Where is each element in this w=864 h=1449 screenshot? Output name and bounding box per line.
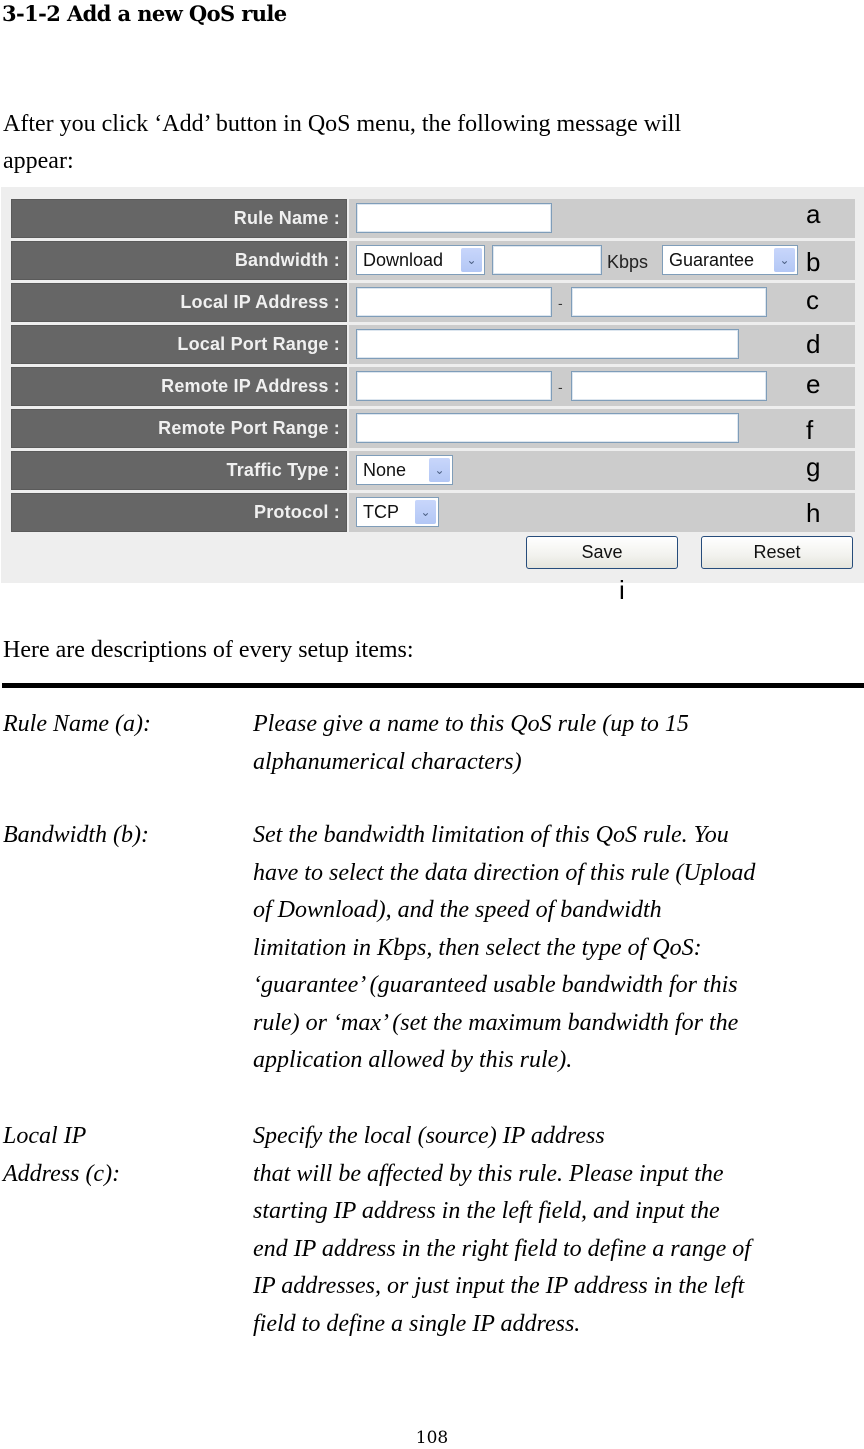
rule-name-input[interactable] xyxy=(356,203,552,233)
term-line: Local IP xyxy=(3,1123,87,1149)
field-value-cell xyxy=(349,409,855,448)
form-row-local-ip: Local IP Address : - xyxy=(11,283,855,322)
description-definition: Specify the local (source) IP address th… xyxy=(253,1118,864,1343)
form-row-rule-name: Rule Name : xyxy=(11,199,855,238)
field-label: Remote IP Address : xyxy=(11,367,347,406)
field-value-cell xyxy=(349,325,855,364)
chevron-down-icon[interactable]: ⌄ xyxy=(461,248,482,272)
term-line: Rule Name (a): xyxy=(3,711,151,737)
definition-line: starting IP address in the left field, a… xyxy=(253,1198,720,1224)
field-label: Protocol : xyxy=(11,493,347,532)
marker-label: c xyxy=(806,285,819,315)
select-value: None xyxy=(363,460,407,480)
select-value: TCP xyxy=(363,502,399,522)
traffic-type-select[interactable]: None ⌄ xyxy=(356,455,453,485)
local-ip-end-input[interactable] xyxy=(571,287,767,317)
field-value-cell: TCP ⌄ xyxy=(349,493,855,532)
marker-label: d xyxy=(806,329,821,359)
form-row-traffic-type: Traffic Type : None ⌄ xyxy=(11,451,855,490)
marker-label: h xyxy=(806,498,821,528)
description-term: Bandwidth (b): xyxy=(3,817,248,855)
chevron-down-icon[interactable]: ⌄ xyxy=(774,248,795,272)
field-value-cell: - xyxy=(349,367,855,406)
definition-line: alphanumerical characters) xyxy=(253,748,522,775)
select-value: Download xyxy=(363,250,444,270)
description-term: Local IP Address (c): xyxy=(3,1118,248,1193)
form-row-bandwidth: Bandwidth : Download ⌄ Kbps Guarantee ⌄ xyxy=(11,241,855,280)
term-line: Bandwidth (b): xyxy=(3,822,149,848)
definition-line: Please give a name to this QoS rule (up … xyxy=(253,711,689,737)
field-label: Rule Name : xyxy=(11,199,347,238)
field-label: Remote Port Range : xyxy=(11,409,347,448)
marker-label: b xyxy=(806,247,821,277)
definition-line: rule) or ‘max’ (set the maximum bandwidt… xyxy=(253,1009,739,1036)
divider xyxy=(2,683,864,688)
qos-rule-form-screenshot: Rule Name : Bandwidth : Download ⌄ Kbps … xyxy=(1,187,864,583)
definition-line: Specify the local (source) IP address xyxy=(253,1123,605,1149)
bandwidth-direction-select[interactable]: Download ⌄ xyxy=(356,245,485,275)
definition-line: that will be affected by this rule. Plea… xyxy=(253,1160,724,1187)
marker-label: e xyxy=(806,369,821,399)
remote-ip-end-input[interactable] xyxy=(571,371,767,401)
field-label: Bandwidth : xyxy=(11,241,347,280)
save-button[interactable]: Save xyxy=(526,536,678,569)
field-label: Traffic Type : xyxy=(11,451,347,490)
intro-line: After you click ‘Add’ button in QoS menu… xyxy=(3,111,682,137)
field-value-cell: - xyxy=(349,283,855,322)
form-row-local-port-range: Local Port Range : xyxy=(11,325,855,364)
field-label: Local IP Address : xyxy=(11,283,347,322)
field-value-cell: Download ⌄ Kbps Guarantee ⌄ xyxy=(349,241,855,280)
page-number: 108 xyxy=(415,1428,449,1448)
definition-line: end IP address in the right field to def… xyxy=(253,1235,751,1262)
definition-line: field to define a single IP address. xyxy=(253,1310,581,1337)
form-row-remote-ip: Remote IP Address : - xyxy=(11,367,855,406)
remote-port-range-input[interactable] xyxy=(356,413,739,443)
field-value-cell: None ⌄ xyxy=(349,451,855,490)
definition-line: limitation in Kbps, then select the type… xyxy=(253,934,702,961)
reset-button[interactable]: Reset xyxy=(701,536,853,569)
marker-label: g xyxy=(806,452,821,482)
definition-line: ‘guarantee’ (guaranteed usable bandwidth… xyxy=(253,972,738,998)
intro-paragraph: After you click ‘Add’ button in QoS menu… xyxy=(3,106,853,180)
local-port-range-input[interactable] xyxy=(356,329,739,359)
chevron-down-icon[interactable]: ⌄ xyxy=(429,458,450,482)
select-value: Guarantee xyxy=(669,250,755,270)
description-definition: Set the bandwidth limitation of this QoS… xyxy=(253,817,864,1080)
definition-line: IP addresses, or just input the IP addre… xyxy=(253,1273,745,1299)
term-line: Address (c): xyxy=(3,1160,121,1187)
local-ip-start-input[interactable] xyxy=(356,287,552,317)
description-definition: Please give a name to this QoS rule (up … xyxy=(253,706,864,781)
intro-line: appear: xyxy=(3,148,74,174)
bandwidth-unit-label: Kbps xyxy=(607,252,649,272)
range-separator: - xyxy=(558,379,563,395)
protocol-select[interactable]: TCP ⌄ xyxy=(356,497,439,527)
marker-label: a xyxy=(806,199,821,229)
chevron-down-icon[interactable]: ⌄ xyxy=(415,500,436,524)
remote-ip-start-input[interactable] xyxy=(356,371,552,401)
field-value-cell xyxy=(349,199,855,238)
definition-line: application allowed by this rule). xyxy=(253,1047,573,1073)
definition-line: of Download), and the speed of bandwidth xyxy=(253,897,662,923)
definition-line: Set the bandwidth limitation of this QoS… xyxy=(253,822,729,848)
field-label: Local Port Range : xyxy=(11,325,347,364)
form-row-remote-port-range: Remote Port Range : xyxy=(11,409,855,448)
range-separator: - xyxy=(558,295,563,311)
form-row-protocol: Protocol : TCP ⌄ xyxy=(11,493,855,532)
descriptions-intro: Here are descriptions of every setup ite… xyxy=(3,637,414,663)
marker-label: f xyxy=(806,415,814,445)
section-heading: 3-1-2 Add a new QoS rule xyxy=(2,1,287,26)
bandwidth-type-select[interactable]: Guarantee ⌄ xyxy=(662,245,798,275)
description-term: Rule Name (a): xyxy=(3,706,248,744)
marker-label: i xyxy=(619,575,625,605)
definition-line: have to select the data direction of thi… xyxy=(253,859,756,886)
bandwidth-value-input[interactable] xyxy=(492,245,602,275)
